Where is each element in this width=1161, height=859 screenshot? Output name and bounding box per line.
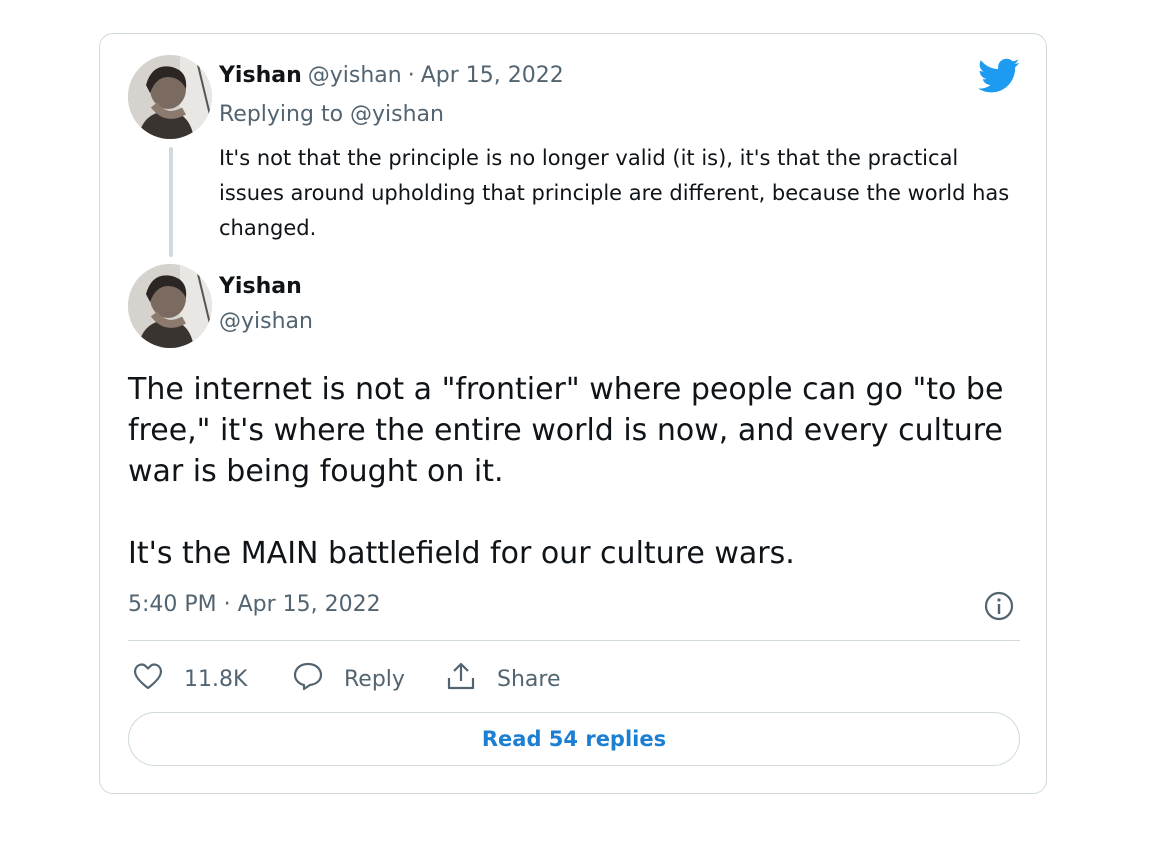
main-tweet-text: The internet is not a "frontier" where p… [128,372,1004,571]
separator-dot: · [407,63,415,88]
tweet-embed-card: Yishan @yishan · Apr 15, 2022 Replying t… [99,33,1047,794]
heart-icon [132,661,184,697]
parent-author-name[interactable]: Yishan [219,63,302,88]
parent-author-avatar[interactable] [128,55,212,139]
parent-tweet-text: It's not that the principle is no longer… [219,146,1010,240]
like-count: 11.8K [184,666,248,692]
share-icon [445,660,497,698]
share-label: Share [497,666,561,692]
main-author-avatar[interactable] [128,264,212,348]
parent-tweet-date[interactable]: Apr 15, 2022 [421,63,564,88]
info-icon[interactable] [983,590,1015,622]
read-replies-label: Read 54 replies [481,727,667,751]
like-button[interactable]: 11.8K [132,659,247,699]
share-button[interactable]: Share [445,659,561,699]
main-author-handle[interactable]: @yishan [219,309,313,334]
replying-to-label[interactable]: Replying to @yishan [219,102,444,127]
twitter-bird-icon[interactable] [978,58,1020,94]
thread-connector-line [169,147,173,257]
main-author-name[interactable]: Yishan [219,274,302,299]
actions-divider [128,640,1020,641]
parent-tweet-header: Yishan @yishan · Apr 15, 2022 [219,63,564,88]
read-replies-button[interactable]: Read 54 replies [128,712,1020,766]
reply-bubble-icon [292,660,344,698]
reply-label: Reply [344,666,405,692]
parent-author-handle[interactable]: @yishan [308,63,402,88]
tweet-timestamp[interactable]: 5:40 PM · Apr 15, 2022 [128,592,381,617]
reply-button[interactable]: Reply [292,659,405,699]
